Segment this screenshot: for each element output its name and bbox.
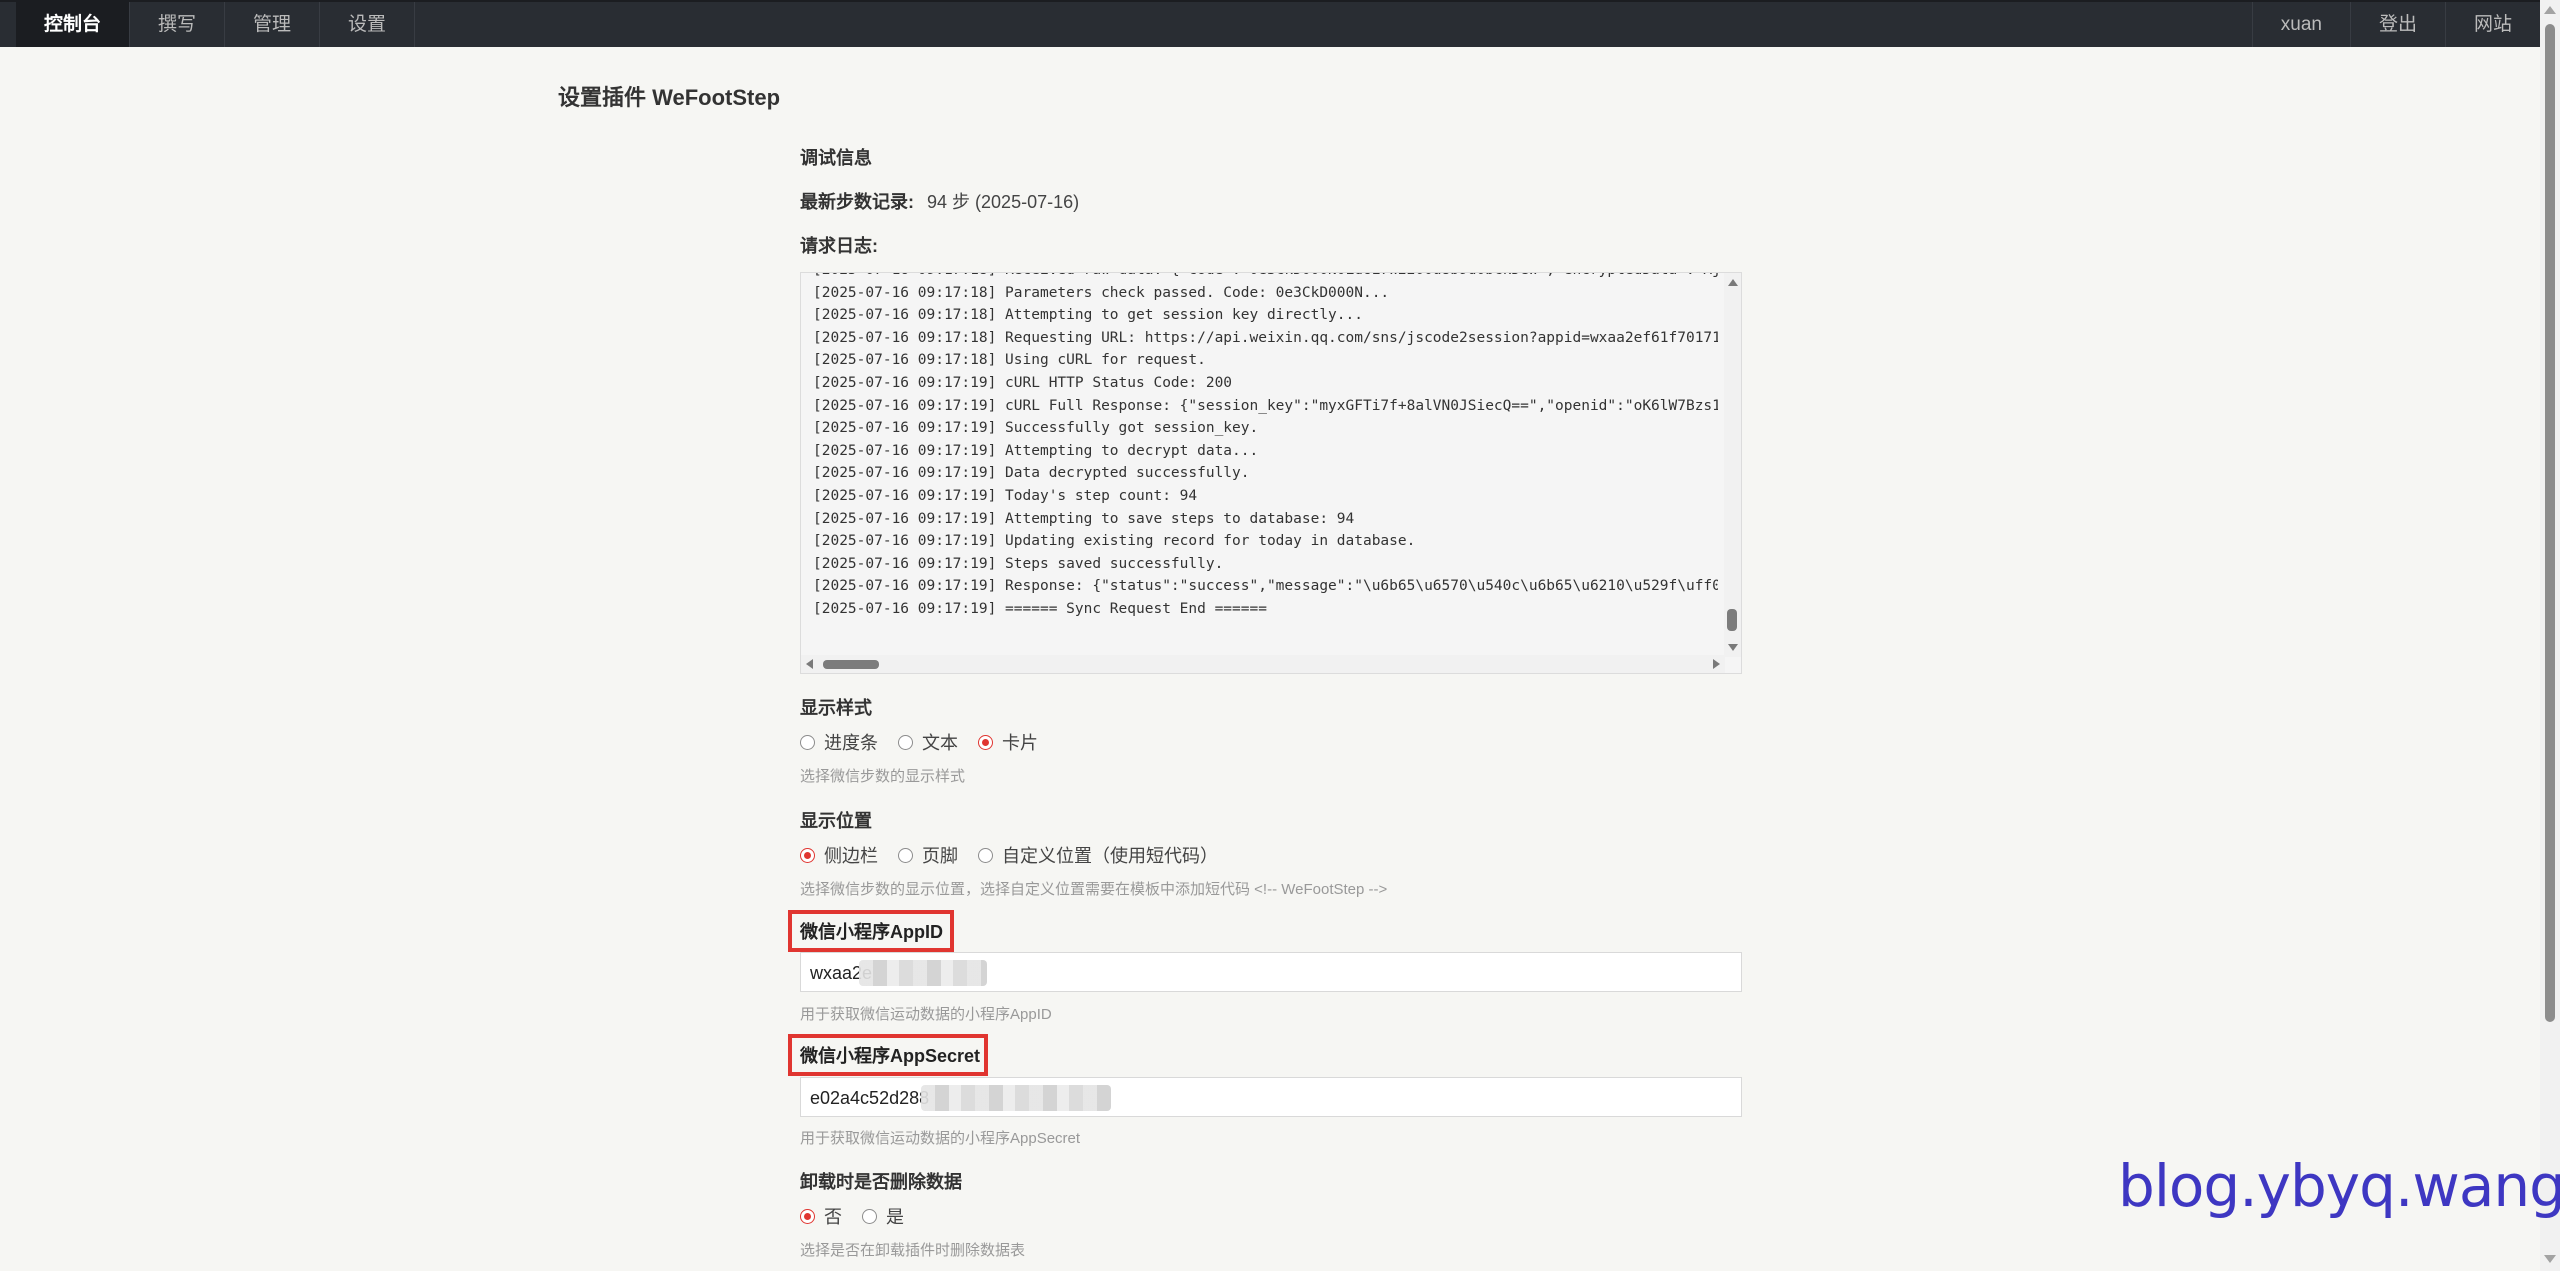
log-horizontal-scrollbar[interactable]: [801, 655, 1725, 673]
log-hscroll-thumb[interactable]: [823, 660, 879, 669]
log-scroll-left-icon[interactable]: [806, 659, 813, 669]
position-option-footer[interactable]: 页脚: [898, 842, 958, 868]
style-option-label: 进度条: [824, 733, 878, 753]
log-line: [2025-07-16 09:17:19] Data decrypted suc…: [813, 465, 1250, 482]
log-line: [2025-07-16 09:17:19] Successfully got s…: [813, 420, 1259, 437]
nav-write[interactable]: 撰写: [130, 2, 226, 47]
appsecret-label: 微信小程序AppSecret: [800, 1046, 981, 1066]
appsecret-value: e02a4c52d288: [810, 1088, 930, 1108]
appsecret-hint: 用于获取微信运动数据的小程序AppSecret: [800, 1130, 1081, 1147]
request-log-box[interactable]: [2025-07-16 09:17:18] Received raw data:…: [800, 272, 1742, 674]
log-vertical-scrollbar[interactable]: [1724, 273, 1741, 657]
appsecret-label-highlight: 微信小程序AppSecret: [788, 1034, 988, 1076]
style-option-label: 文本: [922, 733, 958, 753]
uninstall-hint: 选择是否在卸载插件时删除数据表: [800, 1242, 1026, 1259]
log-line: [2025-07-16 09:17:19] Steps saved succes…: [813, 555, 1224, 572]
log-scroll-right-icon[interactable]: [1713, 659, 1720, 669]
log-line: [2025-07-16 09:17:18] Requesting URL: ht…: [813, 329, 1718, 346]
log-line: [2025-07-16 09:17:19] Response: {"status…: [813, 578, 1718, 595]
latest-steps-row: 最新步数记录: 94 步 (2025-07-16): [800, 188, 1079, 214]
appid-label: 微信小程序AppID: [800, 922, 943, 942]
appid-blur-mask: [859, 960, 987, 986]
uninstall-option-yes[interactable]: 是: [862, 1203, 904, 1229]
style-option-card[interactable]: 卡片: [978, 729, 1038, 755]
uninstall-option-no[interactable]: 否: [800, 1203, 842, 1229]
scroll-up-arrow-icon[interactable]: [2544, 6, 2556, 14]
request-log-label: 请求日志:: [800, 236, 878, 256]
log-vscroll-thumb[interactable]: [1727, 609, 1737, 631]
page-scrollbar-thumb[interactable]: [2545, 24, 2555, 1022]
display-style-hint: 选择微信步数的显示样式: [800, 768, 966, 785]
display-position-hint: 选择微信步数的显示位置，选择自定义位置需要在模板中添加短代码 <!-- WeFo…: [800, 881, 1388, 898]
log-line: [2025-07-16 09:17:18] Parameters check p…: [813, 284, 1390, 301]
log-scroll-down-icon[interactable]: [1728, 644, 1738, 651]
nav-user[interactable]: xuan: [2251, 2, 2350, 47]
log-line: [2025-07-16 09:17:19] cURL HTTP Status C…: [813, 374, 1233, 391]
watermark-text: blog.ybyq.wang: [2118, 1152, 2560, 1220]
appsecret-input[interactable]: e02a4c52d288: [800, 1077, 1742, 1117]
log-line: [2025-07-16 09:17:18] Attempting to get …: [813, 307, 1363, 324]
log-scroll-up-icon[interactable]: [1728, 279, 1738, 286]
nav-website[interactable]: 网站: [2444, 2, 2540, 47]
uninstall-radios: 否 是: [800, 1203, 924, 1229]
style-option-label: 卡片: [1002, 733, 1038, 753]
position-option-custom[interactable]: 自定义位置（使用短代码）: [978, 842, 1218, 868]
latest-steps-label: 最新步数记录:: [800, 192, 914, 212]
style-option-progress[interactable]: 进度条: [800, 729, 878, 755]
position-radio-custom[interactable]: [978, 847, 993, 863]
style-radio-text[interactable]: [898, 734, 913, 750]
display-position-title: 显示位置: [800, 811, 872, 831]
log-line: [2025-07-16 09:17:19] Updating existing …: [813, 533, 1416, 550]
uninstall-option-label: 是: [886, 1207, 904, 1227]
page-title: 设置插件 WeFootStep: [558, 85, 781, 110]
position-option-sidebar[interactable]: 侧边栏: [800, 842, 878, 868]
display-style-title: 显示样式: [800, 698, 872, 718]
page-scrollbar[interactable]: [2540, 0, 2560, 1271]
top-navbar: 控制台 撰写 管理 设置 xuan 登出 网站: [0, 0, 2560, 47]
appid-hint: 用于获取微信运动数据的小程序AppID: [800, 1006, 1052, 1023]
log-line: [2025-07-16 09:17:19] Attempting to save…: [813, 510, 1355, 527]
style-option-text[interactable]: 文本: [898, 729, 958, 755]
position-radio-sidebar[interactable]: [800, 847, 815, 863]
debug-title: 调试信息: [800, 148, 872, 168]
log-line: [2025-07-16 09:17:19] cURL Full Response…: [813, 397, 1718, 414]
display-style-radios: 进度条 文本 卡片: [800, 729, 1058, 755]
nav-logout[interactable]: 登出: [2349, 2, 2445, 47]
log-line: [2025-07-16 09:17:18] Received raw data:…: [813, 273, 1718, 282]
uninstall-radio-no[interactable]: [800, 1208, 815, 1224]
uninstall-radio-yes[interactable]: [862, 1208, 877, 1224]
log-line: [2025-07-16 09:17:19] Today's step count…: [813, 487, 1198, 504]
appid-label-highlight: 微信小程序AppID: [788, 910, 954, 952]
nav-settings[interactable]: 设置: [320, 2, 416, 47]
scroll-down-arrow-icon[interactable]: [2544, 1255, 2556, 1263]
position-option-label: 页脚: [922, 846, 958, 866]
uninstall-title: 卸载时是否删除数据: [800, 1172, 962, 1192]
nav-right-group: xuan 登出 网站: [2251, 2, 2540, 47]
appsecret-blur-mask: [921, 1085, 1111, 1111]
position-option-label: 自定义位置（使用短代码）: [1002, 846, 1218, 866]
uninstall-option-label: 否: [824, 1207, 842, 1227]
nav-left-group: 控制台 撰写 管理 设置: [16, 2, 416, 47]
position-option-label: 侧边栏: [824, 846, 878, 866]
appid-input[interactable]: wxaa2e: [800, 952, 1742, 992]
log-line: [2025-07-16 09:17:19] Attempting to decr…: [813, 442, 1259, 459]
latest-steps-value: 94 步 (2025-07-16): [927, 192, 1080, 212]
nav-dashboard[interactable]: 控制台: [16, 2, 131, 47]
log-line: [2025-07-16 09:17:19] ====== Sync Reques…: [813, 600, 1267, 617]
nav-manage[interactable]: 管理: [225, 2, 321, 47]
style-radio-progress[interactable]: [800, 734, 815, 750]
position-radio-footer[interactable]: [898, 847, 913, 863]
request-log-content: [2025-07-16 09:17:18] Received raw data:…: [813, 273, 1718, 621]
style-radio-card[interactable]: [978, 734, 993, 750]
log-line: [2025-07-16 09:17:18] Using cURL for req…: [813, 352, 1206, 369]
display-position-radios: 侧边栏 页脚 自定义位置（使用短代码）: [800, 842, 1238, 868]
